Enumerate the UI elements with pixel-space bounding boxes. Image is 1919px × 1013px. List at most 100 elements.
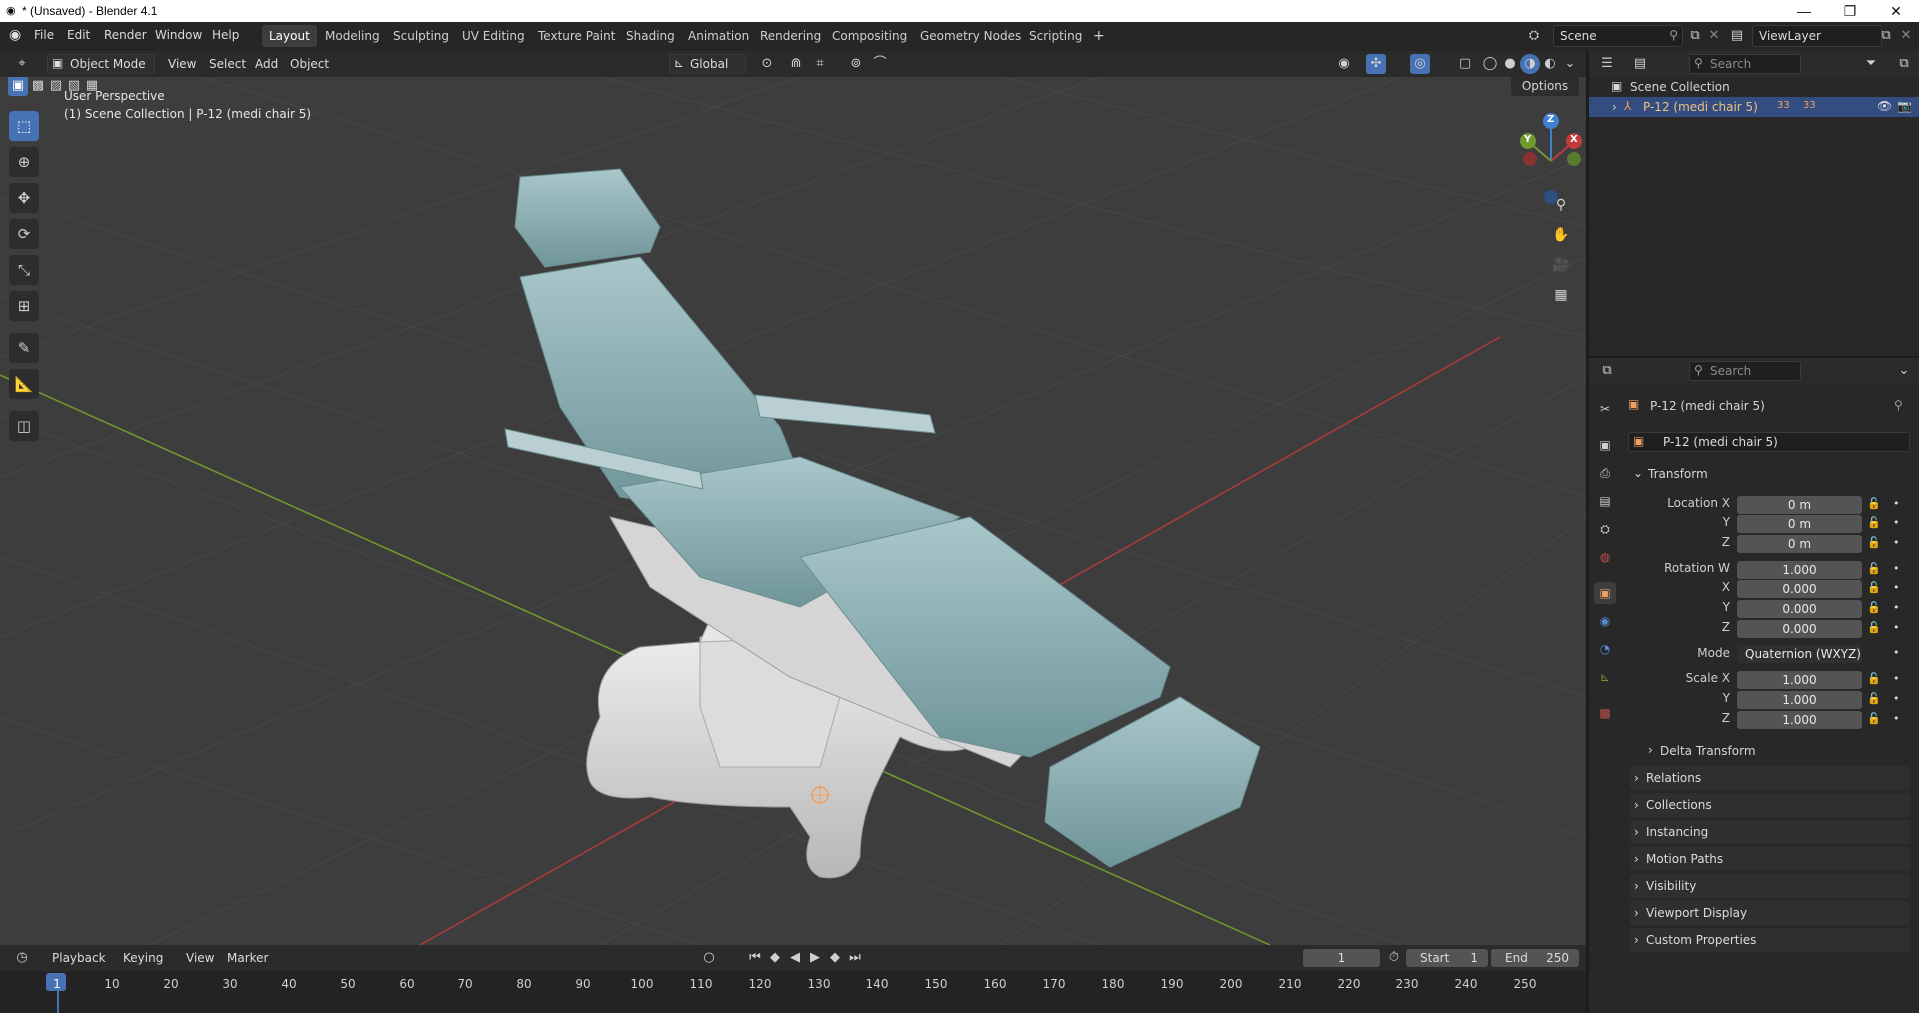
material-shading-icon[interactable]: ◑ [1520, 54, 1540, 74]
proportional-edit-icon[interactable]: ⊚ [846, 54, 866, 74]
options-dropdown[interactable]: Options [1511, 77, 1579, 96]
transform-panel-header[interactable]: ⌄ Transform [1630, 463, 1910, 485]
view-layer-icon[interactable]: ▤ [1727, 26, 1747, 46]
keyframe-dot-icon[interactable]: • [1893, 601, 1900, 614]
keyframe-dot-icon[interactable]: • [1893, 692, 1900, 705]
tab-texture-paint[interactable]: Texture Paint [531, 25, 622, 47]
menu-file[interactable]: File [34, 28, 54, 42]
rotation-y-field[interactable]: 0.000 [1737, 600, 1862, 618]
filter-icon[interactable]: ⏷ [1861, 54, 1881, 74]
add-cube-tool[interactable]: ◫ [9, 411, 39, 441]
lock-icon[interactable]: 🔓 [1867, 536, 1881, 549]
outliner-row-object[interactable]: › ⅄ P-12 (medi chair 5) 33 33 👁 📷 [1589, 97, 1919, 117]
render-tab-icon[interactable]: ▣ [1594, 434, 1616, 456]
annotate-tool[interactable]: ✎ [9, 333, 39, 363]
keyframe-dot-icon[interactable]: • [1893, 646, 1900, 659]
rotation-w-field[interactable]: 1.000 [1737, 561, 1862, 579]
measure-tool[interactable]: 📐 [9, 369, 39, 399]
outliner-row-scene-collection[interactable]: ▣ Scene Collection [1589, 77, 1919, 97]
pin-icon[interactable]: ⚲ [1894, 398, 1903, 412]
menu-help[interactable]: Help [212, 28, 239, 42]
properties-search-input[interactable]: ⚲ Search [1689, 361, 1801, 381]
display-mode-icon[interactable]: ▤ [1630, 54, 1650, 74]
visibility-panel[interactable]: › Visibility [1630, 874, 1910, 898]
lock-icon[interactable]: 🔓 [1867, 621, 1881, 634]
jump-start-icon[interactable]: ⏮ [745, 948, 765, 968]
viewport-display-panel[interactable]: › Viewport Display [1630, 901, 1910, 925]
marker-menu[interactable]: Marker [227, 948, 268, 968]
location-z-field[interactable]: 0 m [1737, 535, 1862, 553]
wireframe-shading-icon[interactable]: ◯ [1480, 54, 1500, 74]
falloff-icon[interactable]: ⌒ [870, 54, 890, 74]
new-view-layer-icon[interactable]: ⧉ [1876, 26, 1896, 46]
menu-window[interactable]: Window [155, 28, 202, 42]
navigation-gizmo[interactable] [1520, 113, 1582, 204]
keyframe-dot-icon[interactable]: • [1893, 712, 1900, 725]
tab-compositing[interactable]: Compositing [825, 25, 914, 47]
scale-z-field[interactable]: 1.000 [1737, 711, 1862, 729]
tab-scripting[interactable]: Scripting [1022, 25, 1089, 47]
3d-viewport[interactable]: Z X Y User Perspective (1) Scene Collect… [0, 77, 1586, 945]
lock-icon[interactable]: 🔓 [1867, 497, 1881, 510]
scene-selector[interactable]: Scene ⚲ [1553, 25, 1683, 47]
select-subtract-icon[interactable]: ▨ [46, 77, 66, 96]
lock-icon[interactable]: 🔓 [1867, 672, 1881, 685]
prev-keyframe-icon[interactable]: ◆ [765, 948, 785, 968]
blender-menu-icon[interactable]: ◉ [9, 27, 21, 43]
object-datablock-field[interactable]: ▣ P-12 (medi chair 5) [1628, 432, 1910, 452]
xray-icon[interactable]: ▢ [1455, 54, 1475, 74]
select-extend-icon[interactable]: ▩ [28, 77, 48, 96]
add-workspace-button[interactable]: + [1086, 25, 1112, 47]
collections-panel[interactable]: › Collections [1630, 793, 1910, 817]
delete-scene-icon[interactable]: ✕ [1704, 26, 1724, 46]
select-box-tool[interactable]: ⬚ [9, 111, 39, 141]
outliner-search-input[interactable]: ⚲ Search [1689, 54, 1801, 74]
select-invert-icon[interactable]: ▧ [64, 77, 84, 96]
location-y-field[interactable]: 0 m [1737, 515, 1862, 533]
tab-sculpting[interactable]: Sculpting [386, 25, 456, 47]
view-layer-selector[interactable]: ViewLayer [1752, 25, 1882, 47]
tab-uv-editing[interactable]: UV Editing [455, 25, 532, 47]
keyframe-dot-icon[interactable]: • [1893, 581, 1900, 594]
minimize-button[interactable]: — [1781, 0, 1827, 22]
menu-view[interactable]: View [168, 54, 196, 74]
tab-layout[interactable]: Layout [262, 25, 317, 47]
properties-editor-icon[interactable]: ⧉ [1597, 361, 1617, 381]
move-tool[interactable]: ✥ [9, 183, 39, 213]
visibility-icon[interactable]: ◉ [1334, 54, 1354, 74]
pivot-icon[interactable]: ⊙ [757, 54, 777, 74]
tab-shading[interactable]: Shading [619, 25, 682, 47]
gizmo-toggle-icon[interactable]: ✣ [1366, 54, 1386, 74]
play-icon[interactable]: ▶ [805, 948, 825, 968]
rotation-mode-dropdown[interactable]: Quaternion (WXYZ) [1737, 645, 1862, 663]
keying-menu[interactable]: Keying [123, 948, 163, 968]
chair-model[interactable] [504, 168, 1261, 879]
next-keyframe-icon[interactable]: ◆ [825, 948, 845, 968]
pin-icon[interactable]: ⚲ [1669, 28, 1678, 42]
lock-icon[interactable]: 🔓 [1867, 712, 1881, 725]
timeline-editor-icon[interactable]: ◷ [12, 948, 32, 968]
menu-select[interactable]: Select [209, 54, 246, 74]
relations-panel[interactable]: › Relations [1630, 766, 1910, 790]
snap-target-icon[interactable]: ⌗ [810, 54, 830, 74]
scale-x-field[interactable]: 1.000 [1737, 671, 1862, 689]
tab-rendering[interactable]: Rendering [753, 25, 828, 47]
overlay-toggle-icon[interactable]: ◎ [1410, 54, 1430, 74]
cursor-tool[interactable]: ⊕ [9, 147, 39, 177]
tool-tab-icon[interactable]: ✂ [1594, 398, 1616, 420]
lock-icon[interactable]: 🔓 [1867, 601, 1881, 614]
lock-icon[interactable]: 🔓 [1867, 692, 1881, 705]
menu-edit[interactable]: Edit [67, 28, 90, 42]
current-frame-field[interactable]: 1 [1303, 949, 1380, 967]
mode-selector[interactable]: ▣ Object Mode [47, 54, 155, 74]
select-new-icon[interactable]: ▣ [8, 77, 28, 96]
close-button[interactable]: ✕ [1873, 0, 1919, 22]
zoom-icon[interactable]: ⚲ [1548, 192, 1574, 218]
lock-icon[interactable]: 🔓 [1867, 581, 1881, 594]
solid-shading-icon[interactable]: ● [1500, 54, 1520, 74]
tab-modeling[interactable]: Modeling [318, 25, 387, 47]
timeline-view-menu[interactable]: View [186, 948, 214, 968]
rotation-x-field[interactable]: 0.000 [1737, 580, 1862, 598]
ortho-grid-icon[interactable]: ▦ [1548, 282, 1574, 308]
instancing-panel[interactable]: › Instancing [1630, 820, 1910, 844]
